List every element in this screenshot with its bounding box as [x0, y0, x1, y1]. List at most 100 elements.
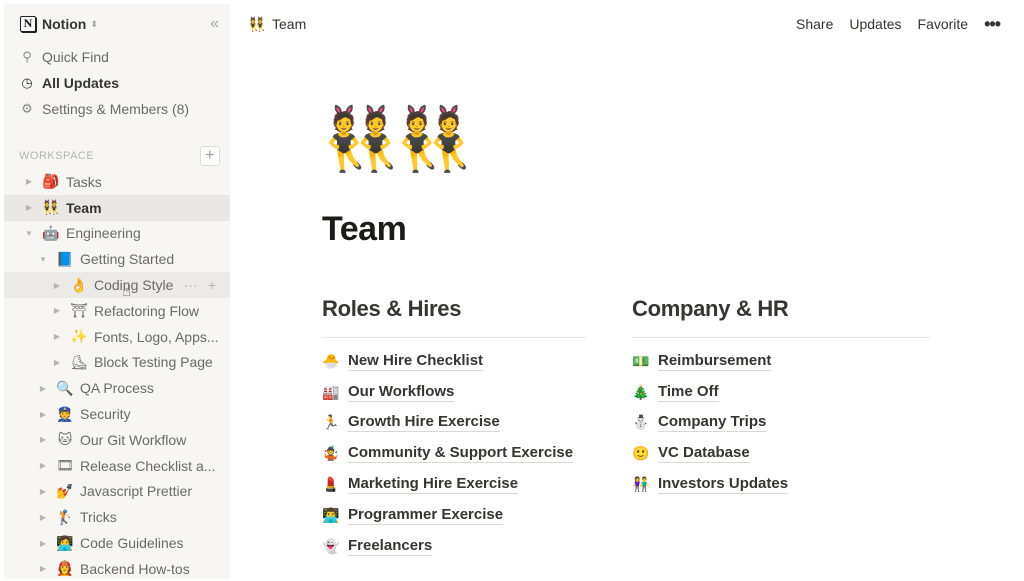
- sidebar-item-security[interactable]: ▶ 👮 Security: [4, 401, 230, 427]
- sidebar-item-fonts-logo-apps[interactable]: ▶ ✨ Fonts, Logo, Apps...: [4, 324, 230, 350]
- page-link-marketing-hire-exercise[interactable]: 💄 Marketing Hire Exercise: [322, 469, 586, 500]
- sidebar-item-label: Fonts, Logo, Apps...: [94, 328, 219, 345]
- sidebar-item-label: Getting Started: [80, 251, 175, 268]
- page-emoji-icon: 🤖: [42, 224, 60, 241]
- sidebar-item-tasks[interactable]: ▶ 🎒 Tasks: [4, 169, 230, 195]
- page-emoji-icon: 🔍: [56, 379, 74, 396]
- section-label-text: WORKSPACE: [19, 150, 95, 162]
- sidebar-item-code-guidelines[interactable]: ▶ 👩‍💻 Code Guidelines: [4, 530, 230, 556]
- page-link-growth-hire-exercise[interactable]: 🏃 Growth Hire Exercise: [322, 408, 586, 439]
- page-emoji-icon: ⛄: [632, 414, 650, 431]
- add-subpage-icon[interactable]: +: [208, 277, 216, 293]
- workspace-section-label: WORKSPACE +: [4, 144, 230, 168]
- sidebar-item-engineering[interactable]: ▼ 🤖 Engineering: [4, 221, 230, 247]
- caret-right-icon[interactable]: ▶: [22, 203, 36, 212]
- caret-right-icon[interactable]: ▶: [36, 435, 50, 444]
- sidebar-item-label: Our Git Workflow: [80, 431, 187, 448]
- sidebar-item-label: Code Guidelines: [80, 535, 184, 552]
- sidebar-item-quick-find[interactable]: ⚲ Quick Find: [4, 44, 230, 70]
- sidebar-item-release-checklist-a[interactable]: ▶ 🎞 Release Checklist a...: [4, 453, 230, 479]
- sidebar-item-label: Tricks: [80, 509, 117, 526]
- more-options-icon[interactable]: •••: [976, 14, 1008, 35]
- sidebar-item-label: Quick Find: [42, 49, 109, 65]
- page-emoji-icon: 🏌: [56, 508, 74, 525]
- caret-right-icon[interactable]: ▶: [36, 410, 50, 419]
- sidebar-item-label: All Updates: [42, 75, 120, 91]
- page-link-vc-database[interactable]: 🙂 VC Database: [632, 438, 930, 469]
- page-emoji-icon: 🎄: [632, 383, 650, 400]
- add-page-button[interactable]: +: [200, 146, 220, 166]
- sidebar-item-label: Javascript Prettier: [80, 483, 193, 500]
- caret-right-icon[interactable]: ▶: [50, 306, 64, 315]
- favorite-button[interactable]: Favorite: [910, 12, 977, 36]
- caret-right-icon[interactable]: ▶: [50, 358, 64, 367]
- page-emoji-icon: 👨‍💻: [322, 506, 340, 523]
- page-emoji-icon: 👯: [42, 199, 60, 216]
- sidebar-item-qa-process[interactable]: ▶ 🔍 QA Process: [4, 375, 230, 401]
- caret-down-icon[interactable]: ▼: [22, 229, 36, 238]
- caret-right-icon[interactable]: ▶: [36, 461, 50, 470]
- sidebar-item-all-updates[interactable]: ◷ All Updates: [4, 70, 230, 96]
- page-emoji-icon: 🐱: [57, 431, 73, 448]
- page-link-programmer-exercise[interactable]: 👨‍💻 Programmer Exercise: [322, 500, 586, 531]
- sidebar-item-javascript-prettier[interactable]: ▶ 💅 Javascript Prettier: [4, 479, 230, 505]
- team-emoji-icon: 👯: [248, 15, 266, 32]
- page-link-label: Our Workflows: [348, 382, 455, 402]
- caret-right-icon[interactable]: ▶: [36, 564, 50, 573]
- collapse-sidebar-icon[interactable]: «: [210, 15, 219, 33]
- caret-right-icon[interactable]: ▶: [36, 487, 50, 496]
- caret-right-icon[interactable]: ▶: [36, 513, 50, 522]
- breadcrumb[interactable]: 👯 Team: [248, 16, 306, 33]
- column-roles-hires: Roles & Hires 🐣 New Hire Checklist 🏭 Our Wor…: [322, 296, 586, 562]
- workspace-switcher[interactable]: N Notion ⬍: [4, 4, 230, 44]
- sidebar-item-settings-members[interactable]: ⚙ Settings & Members (8): [4, 96, 230, 122]
- sidebar-item-coding-style[interactable]: ▶ 👌 Coding Style ··· + ☝: [4, 272, 230, 300]
- caret-right-icon[interactable]: ▶: [50, 332, 64, 341]
- page-header: 👯👯 Team: [322, 100, 942, 249]
- page-link-new-hire-checklist[interactable]: 🐣 New Hire Checklist: [322, 346, 586, 377]
- sidebar-item-label: Engineering: [66, 225, 141, 242]
- share-button[interactable]: Share: [788, 12, 841, 36]
- sidebar-item-label: Security: [80, 406, 131, 423]
- sidebar-item-backend-how-tos[interactable]: ▶ 👩‍🚒 Backend How-tos: [4, 556, 230, 579]
- page-title: Team: [322, 210, 407, 248]
- page-link-investors-updates[interactable]: 👫 Investors Updates: [632, 469, 930, 500]
- page-emoji-icon: 📘: [56, 250, 74, 267]
- sidebar-item-label: QA Process: [80, 380, 154, 397]
- sidebar-item-getting-started[interactable]: ▼ 📘 Getting Started: [4, 246, 230, 272]
- page-link-company-trips[interactable]: ⛄ Company Trips: [632, 408, 930, 439]
- page-emoji-icon: 👩‍💻: [56, 534, 74, 551]
- page-emoji-icon: 🎞: [56, 457, 74, 474]
- more-icon[interactable]: ···: [184, 277, 198, 293]
- page-emoji-icon: 🐣: [322, 352, 340, 369]
- sidebar-item-refactoring-flow[interactable]: ▶ ⛩ Refactoring Flow: [4, 298, 230, 324]
- topbar: 👯 Team Share Updates Favorite •••: [230, 4, 1020, 44]
- sidebar-item-our-git-workflow[interactable]: ▶ 🐱 Our Git Workflow: [4, 427, 230, 453]
- caret-right-icon[interactable]: ▶: [22, 177, 36, 186]
- caret-right-icon[interactable]: ▶: [50, 281, 64, 290]
- page-emoji-icon: ⛩: [70, 302, 88, 319]
- sidebar-item-label: Refactoring Flow: [94, 302, 200, 319]
- updates-button[interactable]: Updates: [841, 12, 909, 36]
- page-link-label: Company Trips: [658, 413, 767, 433]
- page-link-our-workflows[interactable]: 🏭 Our Workflows: [322, 377, 586, 408]
- sidebar-item-tricks[interactable]: ▶ 🏌 Tricks: [4, 504, 230, 530]
- caret-right-icon[interactable]: ▶: [36, 384, 50, 393]
- page-link-label: Time Off: [658, 382, 719, 402]
- dancers-emoji-icon: 👯: [322, 105, 399, 174]
- caret-down-icon[interactable]: ▼: [36, 255, 50, 264]
- page-link-community-support-exercise[interactable]: 🤹 Community & Support Exercise: [322, 438, 586, 469]
- sidebar-item-team[interactable]: ▶ 👯 Team: [4, 194, 230, 221]
- page-link-freelancers[interactable]: 👻 Freelancers: [322, 531, 586, 562]
- column-heading: Roles & Hires: [322, 296, 462, 321]
- page-emoji-icon: 👻: [322, 537, 340, 554]
- page-icon[interactable]: 👯👯: [322, 100, 942, 180]
- dancers-emoji-icon: 👯: [395, 105, 472, 174]
- page-link-reimbursement[interactable]: 💵 Reimbursement: [632, 346, 930, 377]
- sidebar-item-label: Block Testing Page: [94, 354, 213, 371]
- column-company-hr: Company & HR 💵 Reimbursement 🎄 Time Off ⛄ Comp…: [632, 296, 930, 562]
- sidebar-item-block-testing-page[interactable]: ▶ ⛸ Block Testing Page: [4, 350, 230, 376]
- page-emoji-icon: 👩‍🚒: [56, 560, 74, 577]
- page-link-time-off[interactable]: 🎄 Time Off: [632, 377, 930, 408]
- caret-right-icon[interactable]: ▶: [36, 539, 50, 548]
